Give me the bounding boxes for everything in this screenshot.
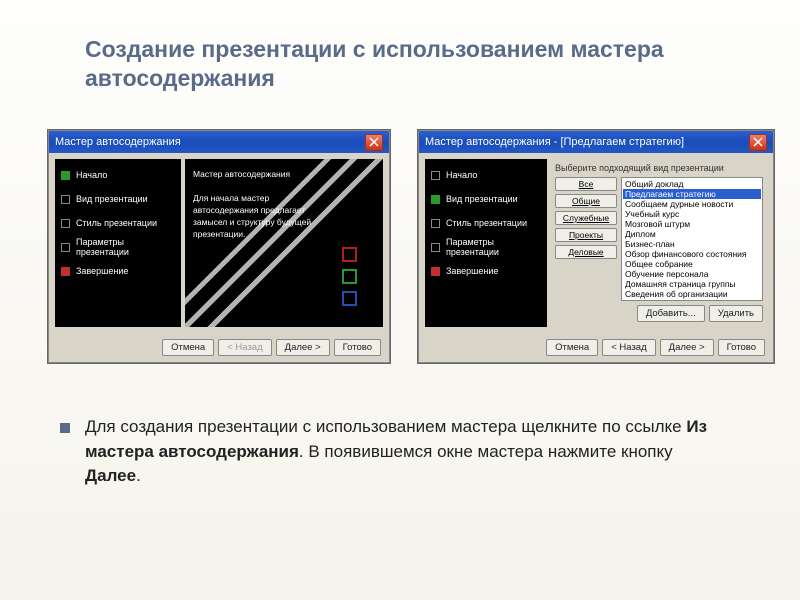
step-style[interactable]: Стиль презентации: [61, 217, 175, 229]
bullet-icon: [60, 423, 70, 433]
list-item[interactable]: Сведения об организации: [623, 289, 761, 299]
template-listbox[interactable]: Общий доклад Предлагаем стратегию Сообща…: [621, 177, 763, 301]
list-item[interactable]: Общий доклад: [623, 179, 761, 189]
content-title: Мастер автосодержания: [193, 169, 375, 179]
filter-buttons: Все Общие Служебные Проекты Деловые: [555, 177, 617, 301]
list-item[interactable]: Общее собрание: [623, 259, 761, 269]
content-text: Для начала мастер автосодержания предлаг…: [193, 193, 323, 241]
filter-projects-button[interactable]: Проекты: [555, 228, 617, 242]
list-item[interactable]: Мозговой штурм: [623, 219, 761, 229]
steps-panel: Начало Вид презентации Стиль презентации…: [425, 159, 547, 327]
step-finish[interactable]: Завершение: [431, 265, 541, 277]
filter-all-button[interactable]: Все: [555, 177, 617, 191]
filter-office-button[interactable]: Служебные: [555, 211, 617, 225]
remove-button[interactable]: Удалить: [709, 305, 763, 322]
add-button[interactable]: Добавить...: [637, 305, 705, 322]
content-area: Мастер автосодержания Для начала мастер …: [185, 159, 383, 327]
titlebar: Мастер автосодержания: [49, 131, 389, 153]
body-text: Для создания презентации с использование…: [85, 415, 725, 489]
step-marker-icon: [431, 267, 440, 276]
next-button[interactable]: Далее >: [660, 339, 714, 356]
step-start[interactable]: Начало: [431, 169, 541, 181]
step-finish[interactable]: Завершение: [61, 265, 175, 277]
step-marker-icon: [61, 219, 70, 228]
decor-square-icon: [342, 269, 357, 284]
slide-title: Создание презентации с использованием ма…: [85, 35, 725, 93]
list-item[interactable]: Домашняя страница группы: [623, 279, 761, 289]
wizard-window-step2: Мастер автосодержания - [Предлагаем стра…: [418, 130, 774, 363]
step-marker-icon: [431, 219, 440, 228]
wizard-window-step1: Мастер автосодержания Начало Вид презент…: [48, 130, 390, 363]
list-item[interactable]: Обучение персонала: [623, 269, 761, 279]
step-type[interactable]: Вид презентации: [61, 193, 175, 205]
close-button[interactable]: [749, 134, 767, 151]
finish-button[interactable]: Готово: [718, 339, 765, 356]
step-style[interactable]: Стиль презентации: [431, 217, 541, 229]
step-params[interactable]: Параметры презентации: [431, 241, 541, 253]
close-button[interactable]: [365, 134, 383, 151]
filter-business-button[interactable]: Деловые: [555, 245, 617, 259]
prompt-text: Выберите подходящий вид презентации: [555, 163, 763, 173]
filter-general-button[interactable]: Общие: [555, 194, 617, 208]
steps-panel: Начало Вид презентации Стиль презентации…: [55, 159, 181, 327]
titlebar: Мастер автосодержания - [Предлагаем стра…: [419, 131, 773, 153]
decor-square-icon: [342, 291, 357, 306]
step-marker-icon: [61, 171, 70, 180]
window-title: Мастер автосодержания: [55, 136, 181, 148]
list-item[interactable]: Предлагаем стратегию: [623, 189, 761, 199]
step-marker-icon: [431, 195, 440, 204]
back-button[interactable]: < Назад: [602, 339, 655, 356]
wizard-buttons: Отмена < Назад Далее > Готово: [419, 333, 773, 362]
step-marker-icon: [431, 243, 440, 252]
step-params[interactable]: Параметры презентации: [61, 241, 175, 253]
close-icon: [753, 137, 763, 147]
finish-button[interactable]: Готово: [334, 339, 381, 356]
list-item[interactable]: Бизнес-план: [623, 239, 761, 249]
cancel-button[interactable]: Отмена: [546, 339, 598, 356]
step-type[interactable]: Вид презентации: [431, 193, 541, 205]
list-item[interactable]: Обзор финансового состояния: [623, 249, 761, 259]
back-button[interactable]: < Назад: [218, 339, 271, 356]
step-marker-icon: [431, 171, 440, 180]
list-item[interactable]: Сообщаем дурные новости: [623, 199, 761, 209]
step-marker-icon: [61, 195, 70, 204]
list-item[interactable]: Учебный курс: [623, 209, 761, 219]
step-marker-icon: [61, 267, 70, 276]
list-item[interactable]: Диплом: [623, 229, 761, 239]
right-pane: Выберите подходящий вид презентации Все …: [551, 159, 767, 327]
close-icon: [369, 137, 379, 147]
cancel-button[interactable]: Отмена: [162, 339, 214, 356]
next-button[interactable]: Далее >: [276, 339, 330, 356]
screenshots-row: Мастер автосодержания Начало Вид презент…: [48, 130, 774, 363]
decor-square-icon: [342, 247, 357, 262]
window-title: Мастер автосодержания - [Предлагаем стра…: [425, 136, 684, 148]
wizard-buttons: Отмена < Назад Далее > Готово: [49, 333, 389, 362]
step-marker-icon: [61, 243, 70, 252]
step-start[interactable]: Начало: [61, 169, 175, 181]
